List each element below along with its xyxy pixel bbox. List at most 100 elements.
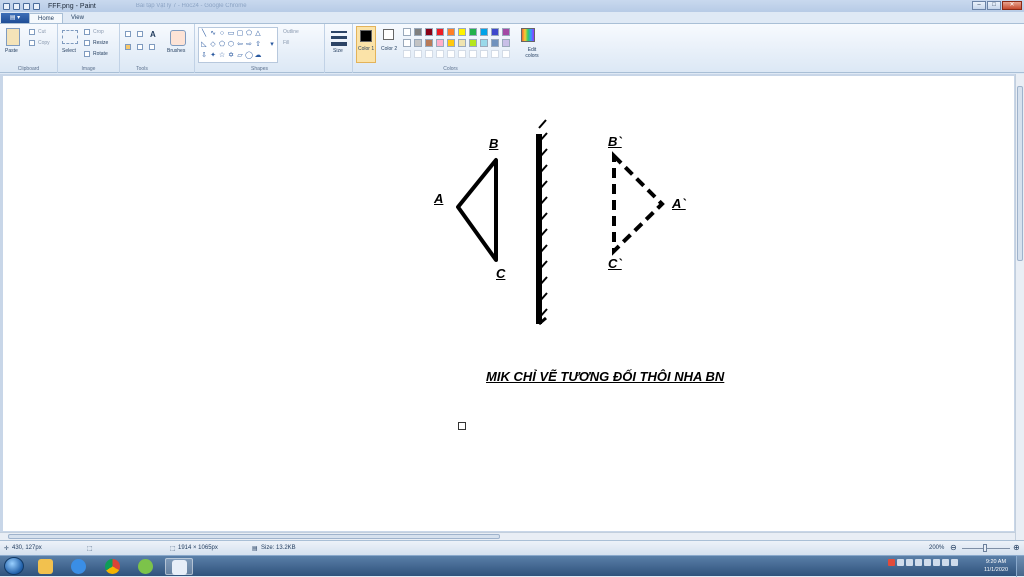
tray-icon[interactable] [906, 559, 913, 566]
five-point-star-shape-icon[interactable]: ☆ [218, 52, 226, 59]
taskbar-explorer[interactable] [32, 558, 60, 575]
rectangle-shape-icon[interactable]: ▭ [227, 30, 235, 37]
brushes-button[interactable]: Brushes [167, 48, 185, 54]
tray-volume-icon[interactable] [942, 559, 949, 566]
crop-button[interactable]: Crop [93, 29, 104, 35]
brushes-icon[interactable] [170, 30, 186, 46]
custom-color-slot[interactable] [414, 50, 422, 58]
crop-icon[interactable] [84, 29, 90, 35]
fill-button[interactable]: Fill [283, 40, 289, 46]
palette-swatch[interactable] [447, 39, 455, 47]
palette-swatch[interactable] [469, 28, 477, 36]
palette-swatch[interactable] [403, 28, 411, 36]
taskbar-paint[interactable] [165, 558, 193, 575]
cut-icon[interactable] [29, 29, 35, 35]
save-icon[interactable] [13, 2, 20, 10]
rotate-icon[interactable] [84, 51, 90, 57]
custom-color-slot[interactable] [425, 50, 433, 58]
paste-button[interactable]: Paste [5, 48, 18, 54]
eraser-icon[interactable] [125, 44, 131, 50]
palette-swatch[interactable] [502, 39, 510, 47]
tray-icon[interactable] [924, 559, 931, 566]
line-shape-icon[interactable]: ╲ [200, 30, 208, 37]
palette-swatch[interactable] [458, 39, 466, 47]
select-icon[interactable] [62, 30, 78, 44]
cloud-callout-shape-icon[interactable]: ☁ [254, 52, 262, 59]
custom-color-slot[interactable] [502, 50, 510, 58]
custom-color-slot[interactable] [403, 50, 411, 58]
oval-callout-shape-icon[interactable]: ◯ [245, 52, 253, 59]
copy-icon[interactable] [29, 40, 35, 46]
custom-color-slot[interactable] [491, 50, 499, 58]
resize-icon[interactable] [84, 40, 90, 46]
tray-icon[interactable] [915, 559, 922, 566]
show-desktop-button[interactable] [1016, 556, 1024, 577]
maximize-button[interactable]: □ [987, 1, 1001, 10]
undo-icon[interactable] [23, 2, 30, 10]
palette-swatch[interactable] [425, 28, 433, 36]
palette-swatch[interactable] [491, 28, 499, 36]
vertical-scroll-thumb[interactable] [1017, 86, 1023, 261]
zoom-out-button[interactable]: ⊖ [950, 543, 957, 552]
four-point-star-shape-icon[interactable]: ✦ [209, 52, 217, 59]
up-arrow-shape-icon[interactable]: ⇧ [254, 41, 262, 48]
curve-shape-icon[interactable]: ∿ [209, 30, 217, 37]
palette-swatch[interactable] [436, 39, 444, 47]
palette-swatch[interactable] [403, 39, 411, 47]
color1-button[interactable]: Color 1 [356, 26, 376, 63]
file-menu-button[interactable]: ▤ ▾ [1, 13, 29, 23]
palette-swatch[interactable] [480, 28, 488, 36]
close-button[interactable]: ✕ [1002, 1, 1022, 10]
pentagon-shape-icon[interactable]: ⬠ [218, 41, 226, 48]
edit-colors-icon[interactable] [521, 28, 535, 42]
custom-color-slot[interactable] [458, 50, 466, 58]
tab-home[interactable]: Home [29, 13, 64, 23]
palette-swatch[interactable] [480, 39, 488, 47]
diamond-shape-icon[interactable]: ◇ [209, 41, 217, 48]
start-button[interactable] [4, 557, 24, 575]
horizontal-scrollbar[interactable] [0, 532, 1015, 540]
right-arrow-shape-icon[interactable]: ⇨ [245, 41, 253, 48]
fill-bucket-icon[interactable] [137, 31, 143, 37]
tray-icon[interactable] [933, 559, 940, 566]
gallery-scroll-icon[interactable]: ▾ [268, 41, 276, 48]
minimize-button[interactable]: – [972, 1, 986, 10]
horizontal-scroll-thumb[interactable] [8, 534, 500, 539]
taskbar-chrome[interactable] [99, 558, 127, 575]
color2-swatch[interactable] [383, 29, 394, 40]
triangle-shape-icon[interactable]: △ [254, 30, 262, 37]
left-arrow-shape-icon[interactable]: ⇦ [236, 41, 244, 48]
callout-shape-icon[interactable]: ▱ [236, 52, 244, 59]
drawing-canvas[interactable]: A B C B` A` C` MIK CHỈ VẼ TƯƠNG ĐỐI THÔI… [3, 76, 1014, 531]
cut-button[interactable]: Cut [38, 29, 46, 35]
vertical-scrollbar[interactable] [1015, 74, 1024, 540]
custom-color-slot[interactable] [436, 50, 444, 58]
palette-swatch[interactable] [425, 39, 433, 47]
color2-label[interactable]: Color 2 [381, 46, 397, 52]
taskbar-app[interactable] [132, 558, 160, 575]
paste-icon[interactable] [6, 28, 20, 46]
pencil-icon[interactable] [125, 31, 131, 37]
resize-button[interactable]: Resize [93, 40, 108, 46]
palette-swatch[interactable] [414, 28, 422, 36]
hexagon-shape-icon[interactable]: ⬡ [227, 41, 235, 48]
custom-color-slot[interactable] [480, 50, 488, 58]
tray-network-icon[interactable] [897, 559, 904, 566]
copy-button[interactable]: Copy [38, 40, 50, 46]
size-icon[interactable] [331, 31, 347, 33]
zoom-in-button[interactable]: ⊕ [1013, 543, 1020, 552]
palette-swatch[interactable] [469, 39, 477, 47]
custom-color-slot[interactable] [469, 50, 477, 58]
palette-swatch[interactable] [447, 28, 455, 36]
redo-icon[interactable] [33, 2, 40, 10]
palette-swatch[interactable] [502, 28, 510, 36]
palette-swatch[interactable] [458, 28, 466, 36]
size-button[interactable]: Size [333, 48, 343, 54]
oval-shape-icon[interactable]: ○ [218, 30, 226, 37]
palette-swatch[interactable] [491, 39, 499, 47]
clock[interactable]: 9:20 AM 11/1/2020 [984, 558, 1008, 574]
text-tool-icon[interactable]: A [150, 30, 156, 39]
tray-flag-icon[interactable] [951, 559, 958, 566]
magnifier-icon[interactable] [149, 44, 155, 50]
zoom-slider-knob[interactable] [983, 544, 987, 552]
